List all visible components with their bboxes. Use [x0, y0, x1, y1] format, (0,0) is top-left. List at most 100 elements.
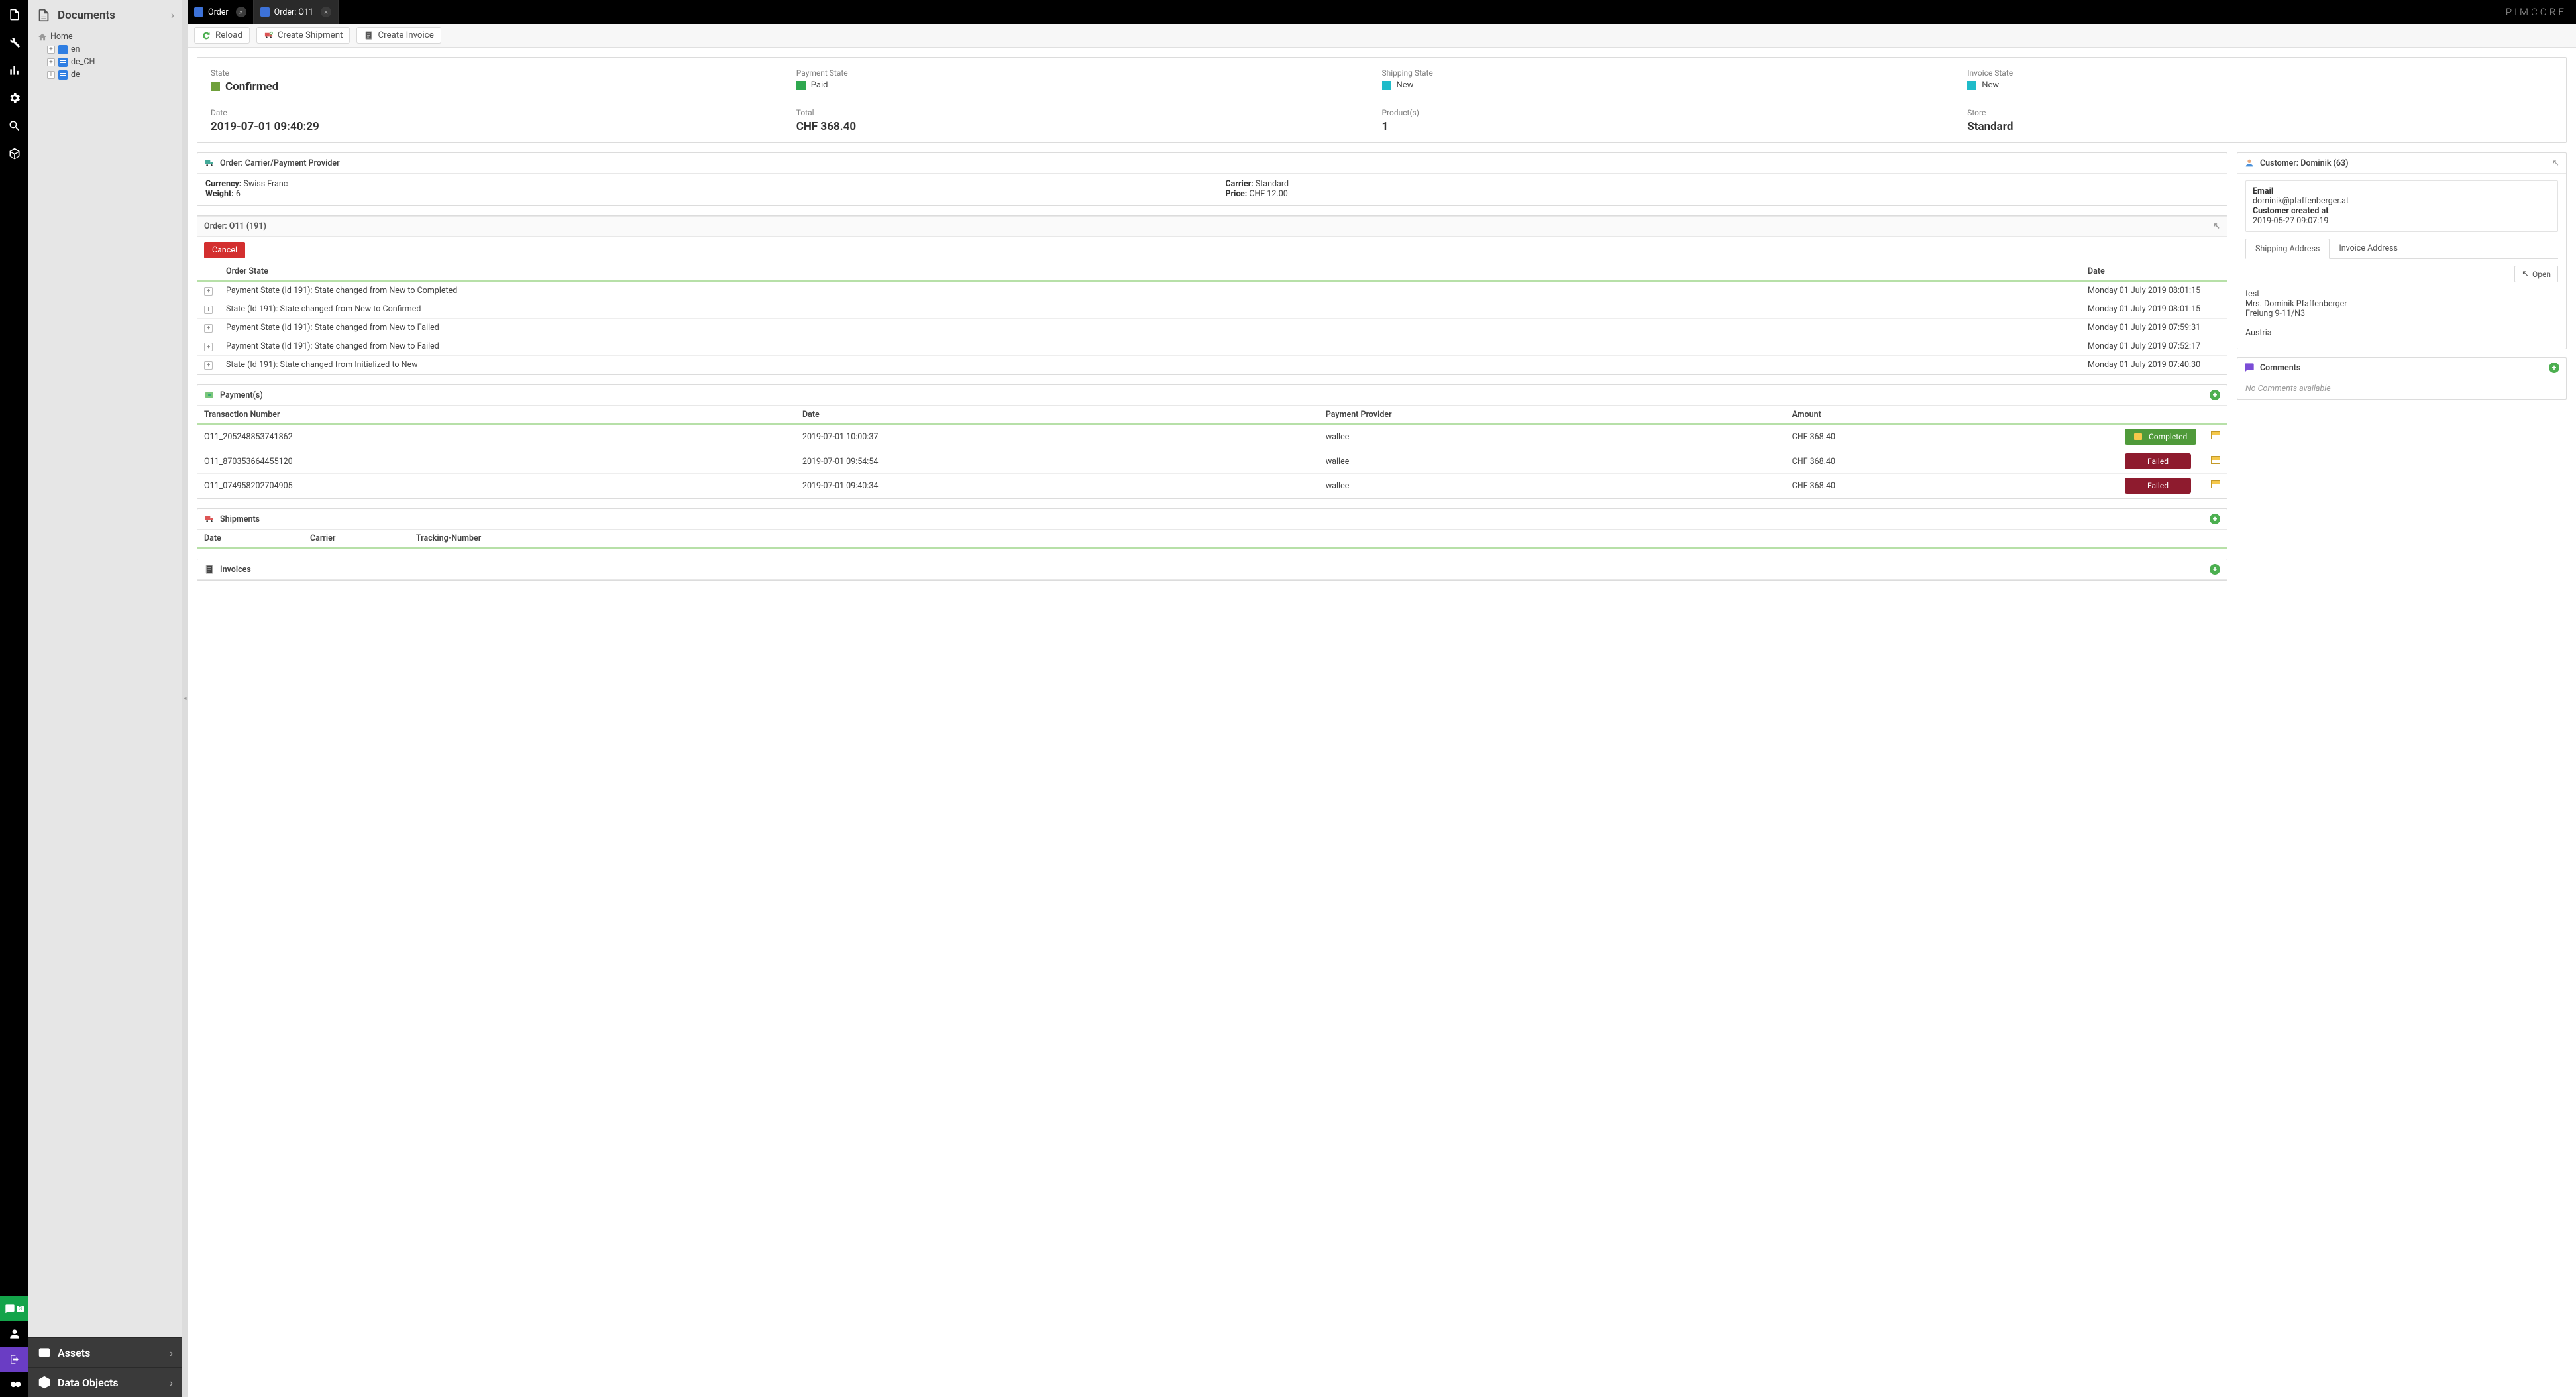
open-address-button[interactable]: ↖ Open: [2514, 266, 2558, 282]
add-comment-button[interactable]: +: [2549, 363, 2559, 373]
tab-invoice-address[interactable]: Invoice Address: [2330, 239, 2407, 258]
state-indicator-icon: [796, 81, 806, 90]
page-icon: [58, 70, 68, 80]
icon-rail: 3: [0, 0, 28, 1397]
table-row[interactable]: +Payment State (Id 191): State changed f…: [197, 337, 2227, 356]
customer-created: 2019-05-27 09:07:19: [2253, 216, 2551, 226]
logout-button[interactable]: [0, 1347, 28, 1372]
close-icon[interactable]: ×: [236, 7, 246, 17]
order-state-cell: State (Id 191): State changed from Initi…: [219, 356, 2081, 374]
documents-panel-header[interactable]: Documents ›: [28, 0, 182, 29]
wrench-icon[interactable]: [8, 36, 21, 49]
table-row[interactable]: O11_2052488537418622019-07-01 10:00:37wa…: [197, 424, 2227, 449]
cursor-icon: ↖: [2213, 221, 2220, 231]
table-row[interactable]: O11_8703536644551202019-07-01 09:54:54wa…: [197, 449, 2227, 474]
carrier-panel-title: Order: Carrier/Payment Provider: [220, 158, 340, 168]
table-row[interactable]: +Payment State (Id 191): State changed f…: [197, 281, 2227, 300]
expand-icon[interactable]: +: [47, 58, 55, 66]
toolbar: Reload Create Shipment Create Invoice: [188, 24, 2576, 48]
create-invoice-button[interactable]: Create Invoice: [356, 27, 441, 44]
address-line: Freiung 9-11/N3: [2245, 309, 2558, 319]
order-date-cell: Monday 01 July 2019 07:52:17: [2081, 337, 2227, 356]
table-row[interactable]: + State (Id 191): State changed from Init…: [197, 356, 2227, 374]
table-row[interactable]: +Payment State (Id 191): State changed f…: [197, 319, 2227, 337]
status-badge: Failed: [2125, 453, 2191, 469]
provider-cell: wallee: [1319, 474, 1786, 498]
expand-icon[interactable]: +: [204, 324, 213, 333]
state-indicator-icon: [211, 82, 220, 91]
reload-button[interactable]: Reload: [194, 27, 250, 44]
flag-icon[interactable]: [2211, 456, 2220, 464]
expand-icon[interactable]: +: [204, 343, 213, 351]
expand-icon[interactable]: +: [204, 361, 213, 370]
invoices-panel: Invoices +: [197, 559, 2227, 581]
chart-icon[interactable]: [8, 64, 21, 77]
create-shipment-button[interactable]: Create Shipment: [256, 27, 350, 44]
address-line: test: [2245, 289, 2558, 299]
file-icon[interactable]: [8, 8, 21, 21]
tree-home[interactable]: Home: [34, 30, 177, 43]
infinity-button[interactable]: [0, 1372, 28, 1397]
table-row[interactable]: O11_0749582027049052019-07-01 09:40:34wa…: [197, 474, 2227, 498]
order-state-cell: State (Id 191): State changed from New t…: [219, 300, 2081, 319]
dataobjects-panel-toggle[interactable]: Data Objects ›: [28, 1367, 182, 1397]
tab-order[interactable]: Order ×: [188, 0, 254, 24]
status-badge: Completed: [2125, 429, 2196, 445]
cube-icon[interactable]: [8, 147, 21, 160]
date-cell: 2019-07-01 10:00:37: [796, 424, 1319, 449]
tab-shipping-address[interactable]: Shipping Address: [2245, 239, 2330, 259]
order-date-cell: Monday 01 July 2019 08:01:15: [2081, 281, 2227, 300]
summary-state: State Confirmed: [211, 68, 796, 93]
amount-cell: CHF 368.40: [1786, 424, 2118, 449]
chevron-right-icon[interactable]: ›: [170, 1347, 173, 1359]
order-history-table: Order State Date +Payment State (Id 191)…: [197, 262, 2227, 374]
tree-item-de[interactable]: +de: [34, 68, 177, 81]
page-icon: [58, 58, 68, 67]
flag-icon[interactable]: [2211, 431, 2220, 439]
summary-store: Store Standard: [1967, 108, 2553, 133]
payments-panel: Payment(s) + Transaction Number Date Pay…: [197, 384, 2227, 499]
date-cell: 2019-07-01 09:40:34: [796, 474, 1319, 498]
user-button[interactable]: [0, 1321, 28, 1347]
assets-panel-toggle[interactable]: Assets ›: [28, 1337, 182, 1367]
chevron-right-icon[interactable]: ›: [171, 9, 174, 22]
state-indicator-icon: [1967, 81, 1976, 90]
order-date-cell: Monday 01 July 2019 08:01:15: [2081, 300, 2227, 319]
address-line: Mrs. Dominik Pfaffenberger: [2245, 299, 2558, 309]
expand-icon[interactable]: +: [204, 306, 213, 314]
cancel-button[interactable]: Cancel: [204, 242, 245, 258]
date-cell: 2019-07-01 09:54:54: [796, 449, 1319, 474]
customer-panel: Customer: Dominik (63) ↖ Email dominik@p…: [2237, 152, 2567, 349]
add-invoice-button[interactable]: +: [2210, 564, 2220, 575]
customer-title: Customer: Dominik (63): [2260, 158, 2349, 168]
add-shipment-button[interactable]: +: [2210, 514, 2220, 524]
close-icon[interactable]: ×: [321, 7, 331, 17]
search-icon[interactable]: [8, 119, 21, 133]
summary-date: Date 2019-07-01 09:40:29: [211, 108, 796, 133]
flag-icon[interactable]: [2211, 480, 2220, 488]
order-history-panel: Order: O11 (191) ↖ Cancel Order State Da…: [197, 215, 2227, 375]
documents-panel: Documents › Home +en +de_CH +de Assets ›…: [28, 0, 182, 1397]
expand-icon[interactable]: +: [47, 46, 55, 54]
chevron-right-icon[interactable]: ›: [170, 1376, 173, 1389]
customer-email: dominik@pfaffenberger.at: [2253, 196, 2551, 206]
expand-icon[interactable]: +: [204, 287, 213, 296]
summary-payment-state: Payment State Paid: [796, 68, 1382, 93]
expand-icon[interactable]: +: [47, 71, 55, 79]
add-payment-button[interactable]: +: [2210, 390, 2220, 400]
object-icon: [194, 7, 203, 17]
splitter[interactable]: [182, 0, 188, 1397]
cursor-icon: ↖: [2552, 158, 2559, 168]
summary-invoice-state: Invoice State New: [1967, 68, 2553, 93]
txn-cell: O11_870353664455120: [197, 449, 796, 474]
notifications-button[interactable]: 3: [0, 1296, 28, 1321]
summary-panel: State Confirmed Payment State Paid Shipp…: [197, 57, 2567, 143]
tabbar: Order × Order: O11 × PIMCORE: [188, 0, 2576, 24]
page-icon: [58, 45, 68, 54]
tree-item-de-ch[interactable]: +de_CH: [34, 56, 177, 68]
table-row[interactable]: + State (Id 191): State changed from New …: [197, 300, 2227, 319]
tab-order-o11[interactable]: Order: O11 ×: [254, 0, 339, 24]
tree-item-en[interactable]: +en: [34, 43, 177, 56]
payments-table: Transaction Number Date Payment Provider…: [197, 406, 2227, 498]
gear-icon[interactable]: [8, 91, 21, 105]
